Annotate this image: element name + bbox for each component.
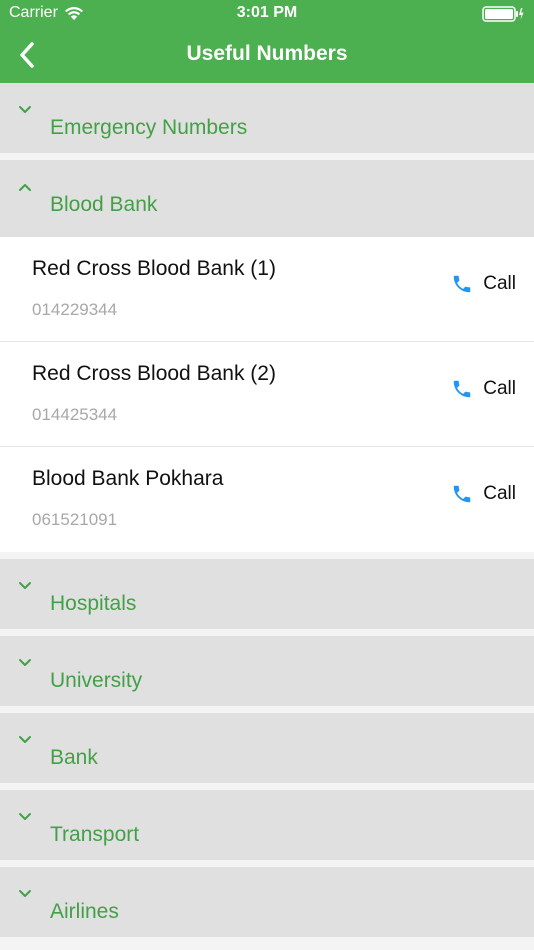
status-time: 3:01 PM — [236, 4, 298, 21]
contact-name: Blood Bank Pokhara — [32, 467, 224, 490]
call-button[interactable]: Call — [451, 378, 516, 400]
chevron-up-icon — [19, 184, 31, 191]
page-title: Useful Numbers — [186, 42, 348, 65]
section-bank[interactable]: Bank — [0, 713, 534, 790]
chevron-down-icon — [19, 890, 31, 897]
battery-icon — [482, 6, 524, 27]
contact-name: Red Cross Blood Bank (2) — [32, 362, 276, 385]
section-label: Airlines — [50, 900, 119, 923]
call-button[interactable]: Call — [451, 483, 516, 505]
contact-number: 014425344 — [32, 405, 118, 424]
phone-icon — [454, 380, 471, 398]
chevron-down-icon — [19, 736, 31, 743]
list-item: Blood Bank Pokhara 061521091 Call — [0, 447, 534, 552]
section-label: Blood Bank — [50, 193, 158, 216]
section-blood-bank[interactable]: Blood Bank — [0, 160, 534, 237]
chevron-down-icon — [19, 659, 31, 666]
chevron-down-icon — [19, 813, 31, 820]
top-bar: Carrier 3:01 PM Useful Numbers — [0, 0, 534, 83]
section-emergency-numbers[interactable]: Emergency Numbers — [0, 83, 534, 160]
section-university[interactable]: University — [0, 636, 534, 713]
chevron-down-icon — [19, 582, 31, 589]
section-label: Transport — [50, 823, 140, 846]
blood-bank-list: Red Cross Blood Bank (1) 014229344 Call … — [0, 237, 534, 559]
screen: Carrier 3:01 PM Useful Numbers Emergency… — [0, 0, 534, 950]
section-label: Emergency Numbers — [50, 116, 248, 139]
list-item: Red Cross Blood Bank (1) 014229344 Call — [0, 237, 534, 342]
chevron-down-icon — [19, 106, 31, 113]
call-button[interactable]: Call — [451, 273, 516, 295]
list-item: Red Cross Blood Bank (2) 014425344 Call — [0, 342, 534, 447]
call-label: Call — [483, 483, 516, 504]
section-label: Bank — [50, 746, 98, 769]
status-bar: Carrier 3:01 PM — [0, 0, 534, 28]
section-transport[interactable]: Transport — [0, 790, 534, 867]
contact-name: Red Cross Blood Bank (1) — [32, 257, 276, 280]
contact-number: 061521091 — [32, 510, 118, 529]
section-hospitals[interactable]: Hospitals — [0, 559, 534, 636]
section-label: Hospitals — [50, 592, 137, 615]
contact-number: 014229344 — [32, 300, 118, 319]
call-label: Call — [483, 378, 516, 399]
call-label: Call — [483, 273, 516, 294]
phone-icon — [454, 275, 471, 293]
section-airlines[interactable]: Airlines — [0, 867, 534, 944]
section-label: University — [50, 669, 143, 692]
nav-bar: Useful Numbers — [0, 28, 534, 83]
phone-icon — [454, 485, 471, 503]
